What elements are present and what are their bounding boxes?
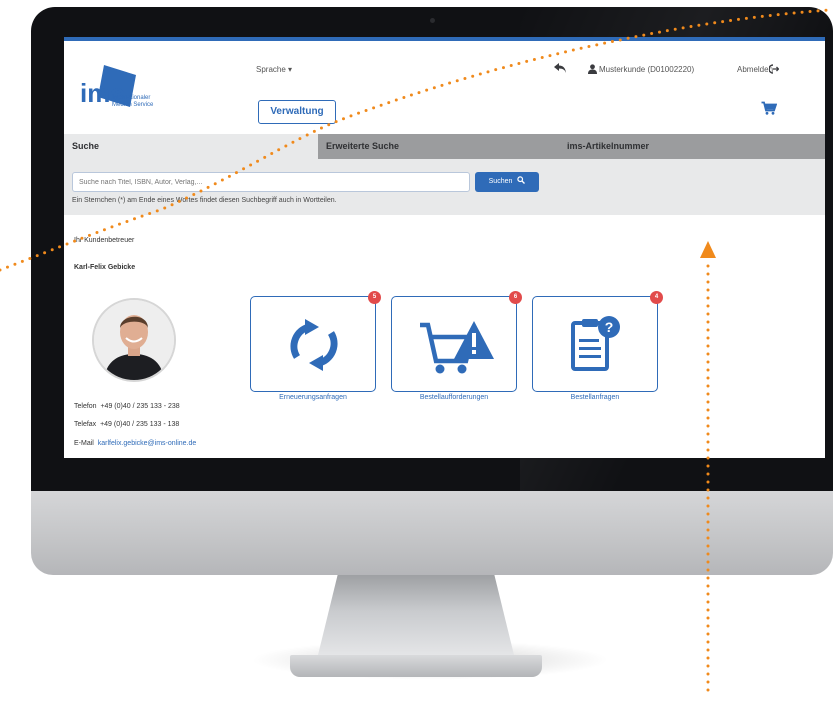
notification-badge: 6 — [509, 291, 522, 304]
monitor-chin — [31, 491, 833, 575]
search-hint: Ein Sternchen (*) am Ende eines Wortes f… — [72, 197, 337, 204]
language-dropdown[interactable]: Sprache ▾ — [256, 65, 292, 74]
ims-logo[interactable]: ims — [74, 57, 174, 123]
person-photo — [94, 300, 174, 380]
notification-badge: 4 — [650, 291, 663, 304]
notification-badge: 5 — [368, 291, 381, 304]
refresh-icon — [290, 319, 338, 371]
back-icon[interactable] — [553, 62, 567, 74]
screen: ims Internationaler Medien Service Sprac… — [64, 37, 825, 458]
svg-text:?: ? — [605, 319, 614, 335]
tab-erweiterte-suche[interactable]: Erweiterte Suche — [318, 134, 559, 159]
monitor-stand-neck — [318, 575, 514, 655]
search-button[interactable]: Suchen — [475, 172, 539, 192]
camera-icon — [430, 18, 435, 23]
search-tabs: Suche Erweiterte Suche ims-Artikelnummer — [64, 134, 825, 159]
logout-link[interactable]: Abmelden — [737, 65, 773, 74]
email-label: E-Mail — [74, 440, 94, 447]
card-erneuerungsanfragen[interactable]: 5 — [250, 291, 381, 392]
contact-name: Karl-Felix Gebicke — [74, 264, 136, 271]
clipboard-question-icon: ? — [571, 316, 620, 371]
avatar — [92, 298, 176, 382]
fax-value: +49 (0)40 / 235 133 - 138 — [100, 421, 180, 428]
search-panel: Suchen Ein Sternchen (*) am Ende eines W… — [64, 159, 825, 215]
contact-heading: Ihr Kundenbetreuer — [74, 237, 135, 244]
search-icon — [517, 176, 526, 184]
logout-icon[interactable] — [769, 64, 779, 74]
card-bestellaufforderungen[interactable]: 6 — [391, 291, 522, 392]
user-account-label[interactable]: Musterkunde (D01002220) — [599, 65, 694, 74]
phone-label: Telefon — [74, 403, 97, 410]
search-button-label: Suchen — [488, 178, 513, 185]
user-icon — [588, 64, 597, 74]
card-label-bestellaufforderungen[interactable]: Bestellaufforderungen — [379, 394, 529, 401]
cart-warning-icon — [420, 321, 494, 374]
tab-suche[interactable]: Suche — [64, 134, 318, 159]
shopping-cart-icon[interactable] — [761, 101, 777, 115]
logo-subtitle-line-2: Medien Service — [112, 102, 154, 108]
email-link[interactable]: karlfelix.gebicke@ims-online.de — [98, 440, 197, 447]
card-bestellanfragen[interactable]: 4 ? — [532, 291, 663, 392]
card-label-erneuerungsanfragen[interactable]: Erneuerungsanfragen — [238, 394, 388, 401]
logo-subtitle-line-1: Internationaler — [112, 95, 151, 101]
verwaltung-button[interactable]: Verwaltung — [258, 100, 336, 124]
contact-fax: Telefax +49 (0)40 / 235 133 - 138 — [74, 421, 179, 428]
contact-phone: Telefon +49 (0)40 / 235 133 - 238 — [74, 403, 180, 410]
phone-value: +49 (0)40 / 235 133 - 238 — [100, 403, 180, 410]
fax-label: Telefax — [74, 421, 97, 428]
top-accent-bar — [64, 37, 825, 41]
tab-ims-artikelnummer[interactable]: ims-Artikelnummer — [559, 134, 825, 159]
card-label-bestellanfragen[interactable]: Bestellanfragen — [520, 394, 670, 401]
logo-subtitle: Internationaler Medien Service — [112, 95, 153, 109]
monitor-stand-base — [290, 655, 542, 677]
search-input[interactable] — [72, 172, 470, 192]
contact-email: E-Mail karlfelix.gebicke@ims-online.de — [74, 440, 196, 447]
